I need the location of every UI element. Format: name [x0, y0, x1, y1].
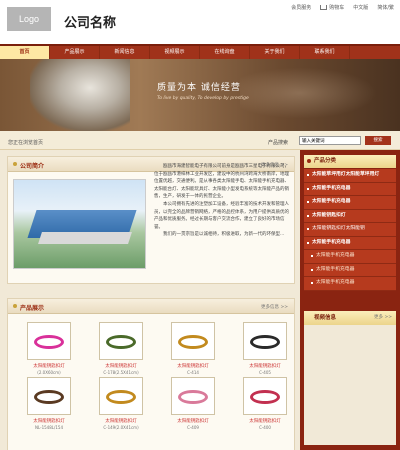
sidebar: 产品分类 太阳能草坪用灯太阳能草坪用灯 太阳能手机充电器 太阳能手机充电器 太阳… — [300, 150, 400, 450]
product-grid: 太阳能钥匙扣灯 (2.0X60cm) 太阳能钥匙扣灯 C-178(2.5X41c… — [18, 322, 293, 430]
category-subitem[interactable]: 太阳能手机充电器 — [304, 250, 396, 264]
category-item[interactable]: 太阳能手机充电器 — [304, 183, 396, 196]
product-card: 太阳能钥匙扣灯 C-405 — [234, 322, 296, 375]
product-name[interactable]: 太阳能钥匙扣灯 — [90, 363, 152, 369]
product-name[interactable]: 太阳能钥匙扣灯 — [90, 418, 152, 424]
world-map-image — [240, 63, 390, 123]
video-header: 视频信息 更多 >> — [304, 311, 396, 325]
intro-title: 公司简介 — [20, 163, 45, 170]
intro-paragraph: 本公司拥有先进的注塑加工设备，经验丰富的技术开发和管理人员，以完全的品牌营销网络… — [154, 201, 289, 230]
product-card: 太阳能钥匙扣灯 (2.0X60cm) — [18, 322, 80, 375]
breadcrumb-bar: 您正在浏览首页 产品搜索 搜索 — [0, 131, 400, 150]
factory-annex — [38, 232, 132, 244]
top-links: 会员服务 购物车 中文版 简体/繁 — [291, 4, 394, 11]
company-intro-panel: 公司简介 更多信息 >> 瓯瓯市海建智能电子有限公司前身是瓯瓯市三星电子有限公司… — [7, 156, 295, 284]
main-nav: 首页 产品展示 新闻信息 视频展示 在线询盘 关于我们 联系我们 — [0, 44, 400, 59]
category-header: 产品分类 — [304, 155, 396, 168]
nav-videos[interactable]: 视频展示 — [150, 46, 200, 59]
product-name[interactable]: 太阳能钥匙扣灯 — [162, 363, 224, 369]
category-subitem[interactable]: 太阳能手机充电器 — [304, 264, 396, 277]
product-code: C-405 — [259, 370, 271, 375]
nav-about[interactable]: 关于我们 — [250, 46, 300, 59]
product-code: C-414 — [187, 370, 199, 375]
product-card: 太阳能钥匙扣灯 C-414 — [162, 322, 224, 375]
nav-news[interactable]: 新闻信息 — [100, 46, 150, 59]
product-image[interactable] — [171, 322, 215, 360]
product-code: C-149(2.0X41cm) — [103, 425, 139, 430]
product-code: C-409 — [187, 425, 199, 430]
product-card: 太阳能钥匙扣灯 C-149(2.0X41cm) — [90, 377, 152, 430]
product-name[interactable]: 太阳能钥匙扣灯 — [234, 418, 296, 424]
video-more-link[interactable]: 更多 >> — [374, 311, 392, 325]
product-image[interactable] — [243, 377, 287, 415]
product-image[interactable] — [99, 377, 143, 415]
bullet-icon — [13, 162, 17, 166]
category-item[interactable]: 太阳能手机充电器 — [304, 237, 396, 250]
intro-text: 瓯瓯市海建智能电子有限公司前身是瓯瓯市三星电子有限公司，位于瓯瓯市港梓林工业开发… — [154, 163, 292, 239]
category-item[interactable]: 太阳能钥匙扣灯太阳能钥 — [304, 223, 396, 237]
products-more-link[interactable]: 更多信息 >> — [261, 304, 288, 310]
product-image[interactable] — [171, 377, 215, 415]
product-card: 太阳能钥匙扣灯 C-400 — [234, 377, 296, 430]
products-header: 产品展示 更多信息 >> — [8, 299, 294, 314]
product-image[interactable] — [243, 322, 287, 360]
product-image[interactable] — [27, 377, 71, 415]
nav-inquiry[interactable]: 在线询盘 — [200, 46, 250, 59]
intro-paragraph: 瓯瓯市海建智能电子有限公司前身是瓯瓯市三星电子有限公司，位于瓯瓯市港梓林工业开发… — [154, 164, 289, 200]
product-name[interactable]: 太阳能钥匙扣灯 — [162, 418, 224, 424]
nav-products[interactable]: 产品展示 — [50, 46, 100, 59]
bullet-icon — [307, 159, 311, 163]
product-card: 太阳能钥匙扣灯 C-409 — [162, 377, 224, 430]
category-subitem[interactable]: 太阳能手机充电器 — [304, 277, 396, 291]
nav-home[interactable]: 首页 — [0, 46, 50, 59]
site-header: Logo 公司名称 会员服务 购物车 中文版 简体/繁 — [0, 0, 400, 44]
product-image[interactable] — [27, 322, 71, 360]
category-list: 太阳能草坪用灯太阳能草坪用灯 太阳能手机充电器 太阳能手机充电器 太阳能钥匙扣灯… — [304, 169, 396, 291]
video-title: 视频信息 — [314, 315, 337, 321]
category-item[interactable]: 太阳能草坪用灯太阳能草坪用灯 — [304, 169, 396, 183]
faucet-image — [30, 59, 130, 131]
product-code: C-400 — [259, 425, 271, 430]
product-card: 太阳能钥匙扣灯 C-178(2.5X41cm) — [90, 322, 152, 375]
chinese-link[interactable]: 中文版 — [353, 4, 368, 11]
search-input[interactable] — [299, 136, 361, 145]
category-item[interactable]: 太阳能手机充电器 — [304, 196, 396, 210]
products-title: 产品展示 — [20, 305, 45, 312]
product-name[interactable]: 太阳能钥匙扣灯 — [18, 363, 80, 369]
company-name: 公司名称 — [64, 15, 117, 30]
logo[interactable]: Logo — [7, 7, 51, 31]
banner: 质量为本 诚信经营 To live by quality, To develop… — [0, 59, 400, 131]
product-name[interactable]: 太阳能钥匙扣灯 — [18, 418, 80, 424]
products-panel: 产品展示 更多信息 >> 太阳能钥匙扣灯 (2.0X60cm) 太阳能钥匙扣灯 … — [7, 298, 295, 450]
intro-paragraph: 我们的一贯宗旨是以诚相待，积极进取，为新一代的环保型... — [163, 232, 285, 238]
product-name[interactable]: 太阳能钥匙扣灯 — [234, 363, 296, 369]
search-button[interactable]: 搜索 — [365, 136, 391, 145]
english-link[interactable]: 简体/繁 — [377, 4, 394, 11]
video-area — [304, 325, 396, 445]
banner-slogan-english: To live by quality, To develop by presti… — [157, 96, 249, 101]
cart-link[interactable]: 购物车 — [320, 4, 344, 11]
category-title: 产品分类 — [314, 158, 337, 164]
product-code: NL-1548L/154 — [35, 425, 63, 430]
breadcrumb: 您正在浏览首页 — [8, 140, 44, 146]
banner-slogan: 质量为本 诚信经营 — [157, 83, 241, 93]
factory-image — [13, 179, 146, 269]
cart-icon — [320, 5, 328, 10]
bullet-icon — [13, 304, 17, 308]
product-card: 太阳能钥匙扣灯 NL-1548L/154 — [18, 377, 80, 430]
member-link[interactable]: 会员服务 — [291, 4, 311, 11]
search-label: 产品搜索 — [268, 140, 289, 146]
category-item[interactable]: 太阳能钥匙扣灯 — [304, 210, 396, 223]
product-code: C-178(2.5X41cm) — [103, 370, 139, 375]
product-image[interactable] — [99, 322, 143, 360]
product-code: (2.0X60cm) — [37, 370, 61, 375]
nav-contact[interactable]: 联系我们 — [300, 46, 350, 59]
